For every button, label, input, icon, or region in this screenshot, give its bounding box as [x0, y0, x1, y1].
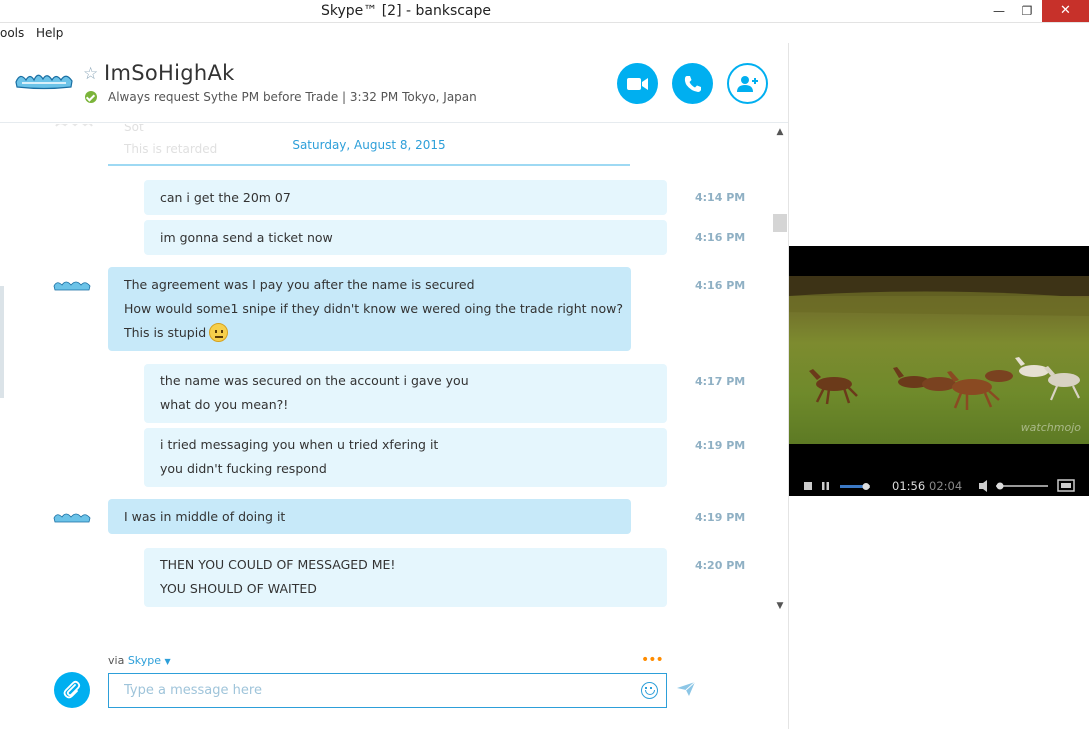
emoticon-icon[interactable]	[641, 682, 658, 699]
seek-progress	[840, 485, 866, 488]
close-button[interactable]: ✕	[1042, 0, 1089, 22]
confused-face-icon	[209, 323, 229, 342]
message-bubble-outgoing[interactable]: im gonna send a ticket now	[144, 220, 667, 255]
via-selector[interactable]: via Skype ▼	[108, 654, 171, 667]
send-icon[interactable]	[677, 682, 695, 696]
message-text: i tried messaging you when u tried xferi…	[160, 437, 439, 452]
faded-message: Sot	[124, 124, 144, 134]
message-time: 4:14 PM	[695, 191, 746, 204]
video-controls: 01:56 02:04	[789, 476, 1089, 496]
menu-bar: ools Help	[0, 23, 789, 43]
scroll-down-arrow-icon[interactable]: ▼	[772, 598, 788, 614]
message-text: the name was secured on the account i ga…	[160, 373, 469, 388]
video-call-icon	[626, 77, 648, 90]
menu-tools[interactable]: ools	[0, 26, 24, 40]
contact-avatar-small[interactable]	[53, 509, 91, 523]
message-bubble-outgoing[interactable]: i tried messaging you when u tried xferi…	[144, 428, 667, 487]
scroll-up-arrow-icon[interactable]: ▲	[772, 124, 788, 140]
avatar-faded	[55, 124, 93, 132]
message-bubble-outgoing[interactable]: the name was secured on the account i ga…	[144, 364, 667, 423]
via-service[interactable]: Skype	[128, 654, 161, 667]
message-time: 4:17 PM	[695, 375, 746, 388]
horses-image	[789, 276, 1089, 410]
message-input[interactable]	[109, 674, 629, 707]
seek-handle	[862, 483, 870, 490]
message-text: The agreement was I pay you after the na…	[124, 277, 475, 292]
add-contact-icon	[736, 75, 758, 92]
chat-scrollbar[interactable]: ▲ ▼	[772, 124, 788, 614]
message-bubble-outgoing[interactable]: can i get the 20m 07	[144, 180, 667, 215]
title-bar: Skype™ [2] - bankscape — ❐ ✕	[0, 0, 1089, 23]
video-watermark: watchmojo	[1020, 421, 1081, 434]
paperclip-icon	[63, 680, 81, 699]
attach-button[interactable]	[54, 672, 90, 708]
maximize-button[interactable]: ❐	[1010, 0, 1044, 22]
message-text: How would some1 snipe if they didn't kno…	[124, 301, 623, 316]
message-text: can i get the 20m 07	[160, 190, 291, 205]
message-input-box[interactable]	[108, 673, 667, 708]
volume-handle	[996, 482, 1004, 490]
message-text: what do you mean?!	[160, 397, 289, 412]
message-text: I was in middle of doing it	[124, 509, 286, 524]
audio-call-button[interactable]	[672, 63, 713, 104]
message-time: 4:19 PM	[695, 511, 746, 524]
via-prefix: via	[108, 654, 125, 667]
chat-transcript[interactable]: Saturday, August 8, 2015 Sot This is ret…	[0, 124, 772, 614]
message-time: 4:16 PM	[695, 231, 746, 244]
message-text: im gonna send a ticket now	[160, 230, 333, 245]
add-contact-button[interactable]	[727, 63, 768, 104]
message-bubble-outgoing[interactable]: THEN YOU COULD OF MESSAGED ME! YOU SHOUL…	[144, 548, 667, 607]
video-player[interactable]: watchmojo 01:56 02:04	[789, 246, 1089, 496]
window-title: Skype™ [2] - bankscape	[320, 3, 492, 19]
message-bubble-incoming[interactable]: I was in middle of doing it	[108, 499, 631, 534]
typing-indicator: •••	[641, 652, 664, 668]
message-time: 4:16 PM	[695, 279, 746, 292]
video-frame[interactable]: watchmojo	[789, 276, 1089, 444]
message-text: you didn't fucking respond	[160, 461, 327, 476]
contact-avatar-small[interactable]	[53, 277, 91, 291]
message-text: THEN YOU COULD OF MESSAGED ME!	[160, 557, 396, 572]
conversation-header: ☆ ImSoHighAk Always request Sythe PM bef…	[0, 43, 789, 123]
faded-message: This is retarded	[124, 142, 218, 156]
panel-edge	[0, 286, 4, 398]
pause-icon	[822, 482, 825, 490]
message-time: 4:20 PM	[695, 559, 746, 572]
menu-help[interactable]: Help	[36, 26, 63, 40]
online-status-icon	[85, 91, 97, 103]
contact-name[interactable]: ImSoHighAk	[104, 61, 235, 85]
stop-icon	[804, 482, 812, 490]
video-total-time: 02:04	[929, 479, 963, 493]
message-time: 4:19 PM	[695, 439, 746, 452]
video-current-time: 01:56	[892, 479, 926, 493]
message-text: This is stupid	[124, 325, 207, 340]
scroll-thumb[interactable]	[773, 214, 787, 232]
message-bubble-incoming[interactable]: The agreement was I pay you after the na…	[108, 267, 631, 351]
mood-message: Always request Sythe PM before Trade | 3…	[108, 90, 477, 104]
favorite-star-icon[interactable]: ☆	[83, 64, 98, 84]
video-call-button[interactable]	[617, 63, 658, 104]
chevron-down-icon[interactable]: ▼	[165, 657, 171, 666]
message-text: YOU SHOULD OF WAITED	[160, 581, 317, 596]
volume-icon	[979, 480, 987, 492]
contact-avatar[interactable]	[14, 68, 74, 90]
call-icon	[684, 75, 701, 92]
volume-track	[996, 485, 1048, 487]
